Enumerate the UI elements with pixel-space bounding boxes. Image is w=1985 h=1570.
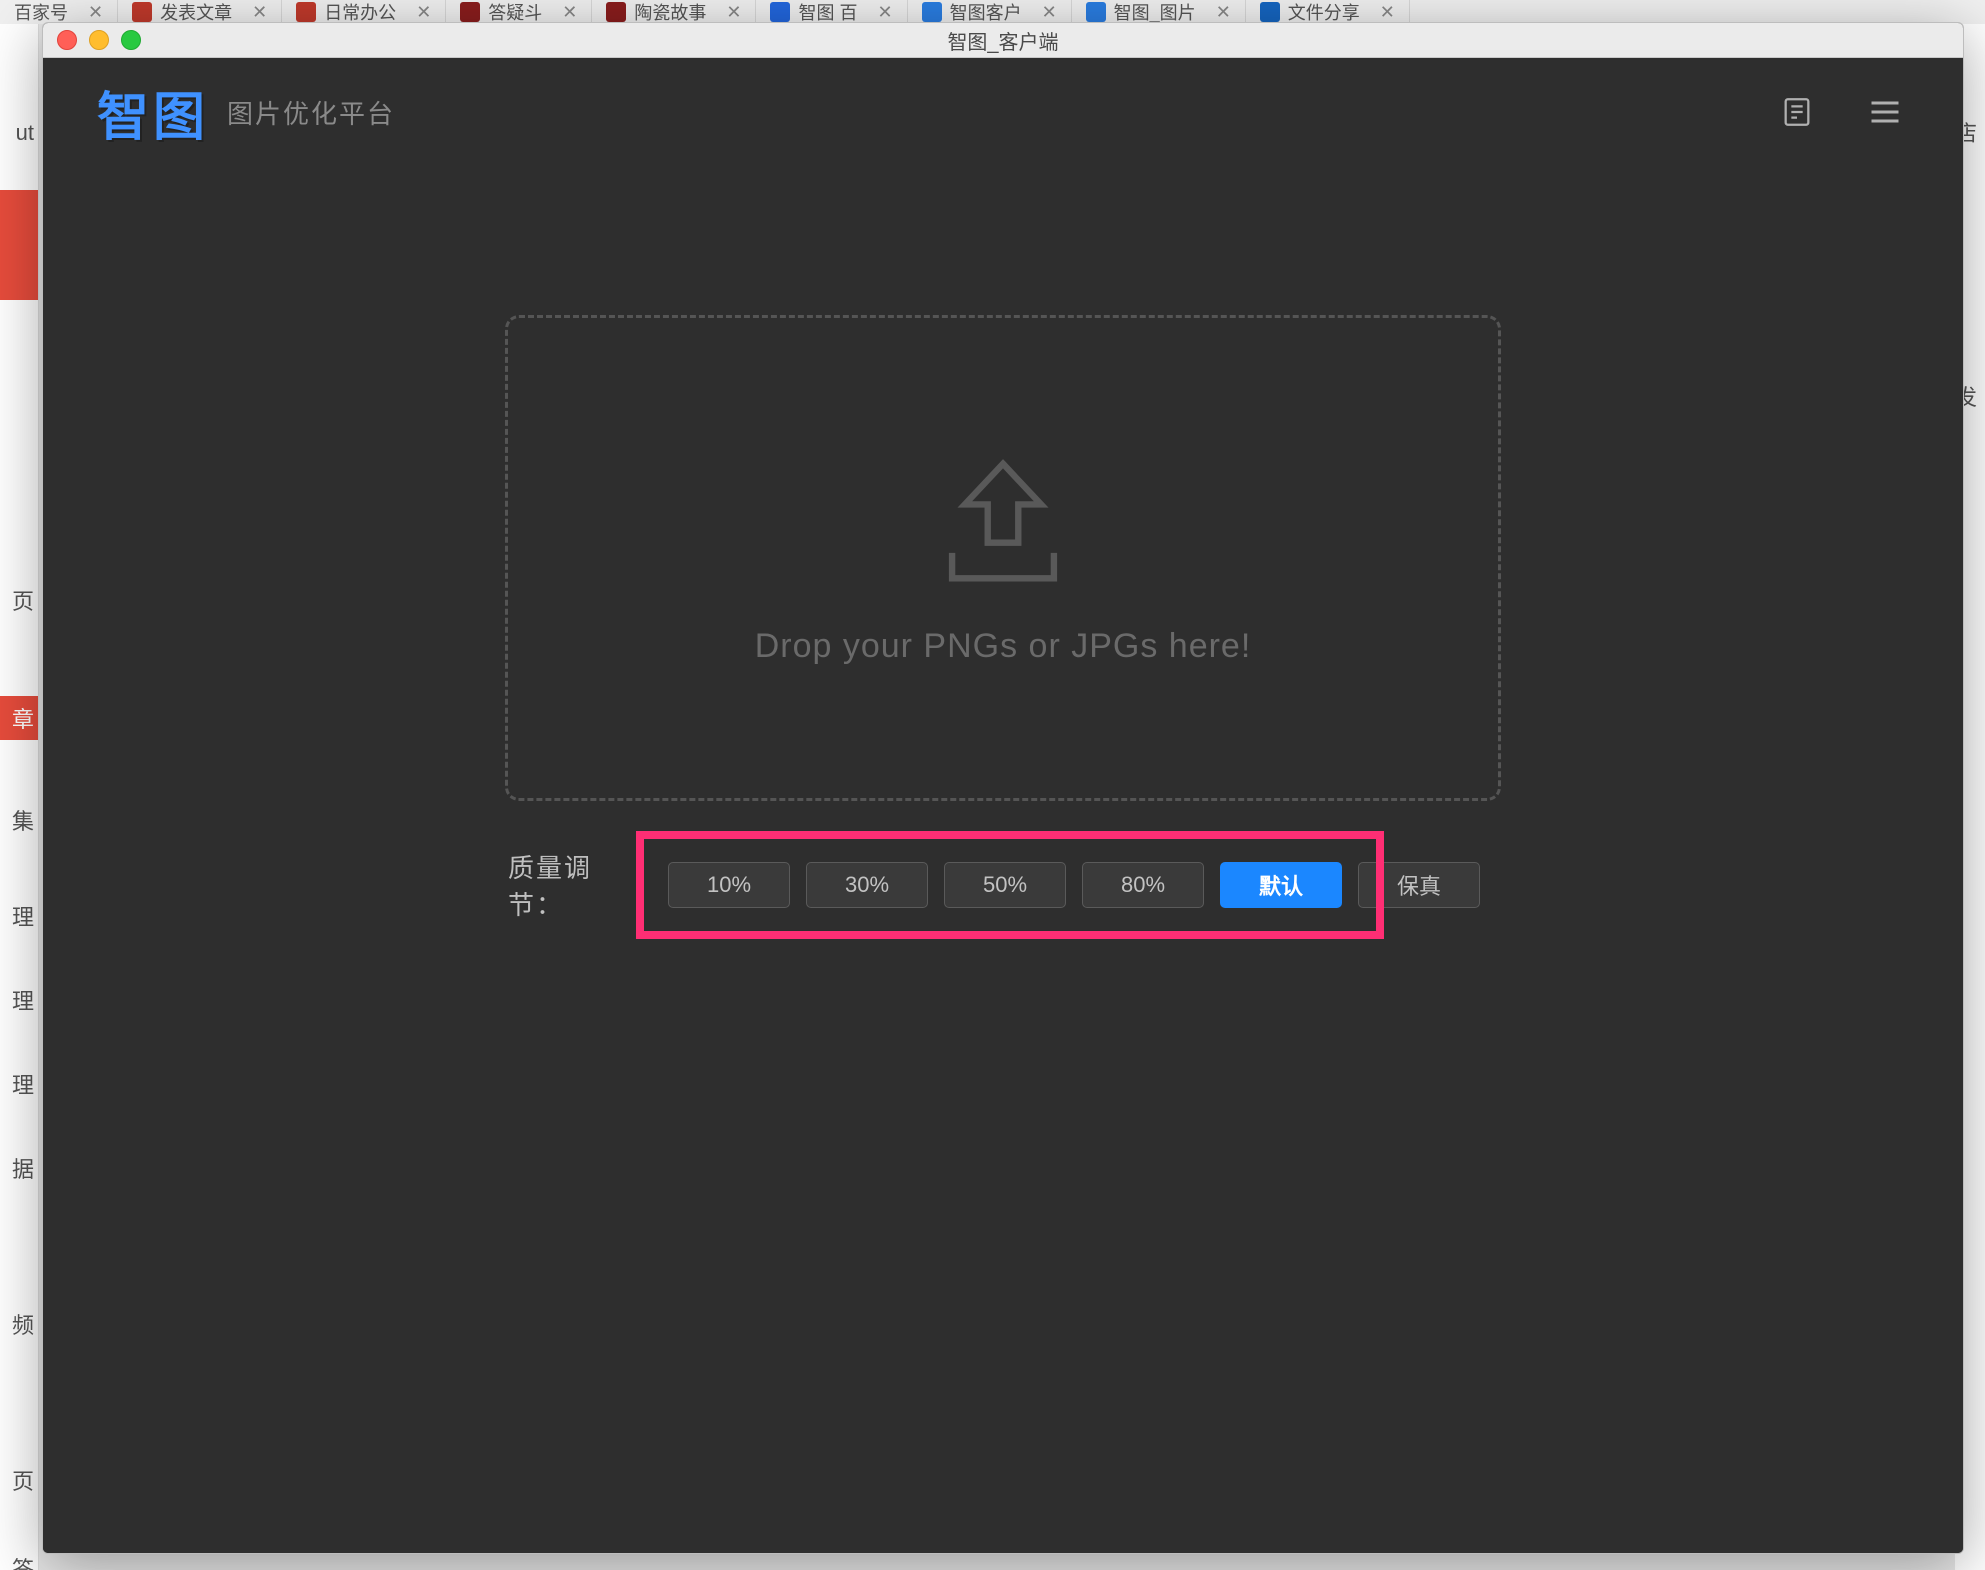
background-left-fragment: 频	[12, 1308, 34, 1340]
tab-label: 发表文章	[160, 0, 232, 24]
tab-close-icon: ✕	[416, 2, 431, 23]
upload-icon	[923, 451, 1083, 591]
quality-option-4[interactable]: 默认	[1220, 862, 1342, 908]
tab-favicon-icon	[770, 2, 790, 22]
tab-label: 文件分享	[1288, 0, 1360, 24]
quality-option-3[interactable]: 80%	[1082, 862, 1204, 908]
background-left-fragment: 据	[12, 1152, 34, 1184]
quality-label: 质量调节：	[508, 848, 630, 922]
dropzone[interactable]: Drop your PNGs or JPGs here!	[505, 315, 1501, 801]
background-tab: 答疑斗 ✕	[446, 0, 592, 24]
tab-label: 智图 百	[798, 0, 857, 24]
window-minimize-button[interactable]	[89, 30, 109, 50]
quality-button-group: 10% 30% 50% 80% 默认保真	[650, 848, 1498, 922]
quality-option-5[interactable]: 保真	[1358, 862, 1480, 908]
tab-label: 日常办公	[324, 0, 396, 24]
background-browser-tabs: 百家号✕发表文章✕日常办公✕答疑斗✕陶瓷故事✕智图 百✕智图客户✕智图_图片✕文…	[0, 0, 1985, 24]
background-tab: 日常办公 ✕	[282, 0, 446, 24]
tab-favicon-icon	[1260, 2, 1280, 22]
tab-close-icon: ✕	[1380, 2, 1395, 23]
background-right-fragment: 草	[1955, 1564, 1977, 1570]
tab-close-icon: ✕	[1042, 2, 1057, 23]
quality-controls: 质量调节： 10% 30% 50% 80% 默认保真	[508, 835, 1498, 935]
tab-favicon-icon	[922, 2, 942, 22]
background-tab: 发表文章 ✕	[118, 0, 282, 24]
quality-option-1[interactable]: 30%	[806, 862, 928, 908]
tab-favicon-icon	[296, 2, 316, 22]
tab-favicon-icon	[1086, 2, 1106, 22]
tab-close-icon: ✕	[562, 2, 577, 23]
background-left-fragment: 答	[12, 1552, 34, 1570]
background-left-red-band	[0, 190, 38, 300]
tab-close-icon: ✕	[88, 2, 103, 23]
note-icon	[1780, 95, 1814, 129]
notes-button[interactable]	[1773, 88, 1821, 136]
tab-favicon-icon	[132, 2, 152, 22]
window-close-button[interactable]	[57, 30, 77, 50]
background-tab: 智图 百 ✕	[756, 0, 907, 24]
app-subtitle: 图片优化平台	[227, 94, 395, 131]
dropzone-text: Drop your PNGs or JPGs here!	[755, 627, 1252, 666]
app-logo: 智图	[97, 75, 209, 150]
tab-label: 百家号	[14, 0, 68, 24]
background-tab: 文件分享 ✕	[1246, 0, 1410, 24]
hamburger-icon	[1867, 94, 1903, 130]
background-left-fragment: 理	[12, 984, 34, 1016]
app-header: 智图 图片优化平台	[43, 58, 1963, 166]
window-titlebar: 智图_客户端	[43, 23, 1963, 58]
background-left-fragment: ut	[16, 120, 34, 146]
tab-label: 答疑斗	[488, 0, 542, 24]
background-left-fragment: 章	[0, 696, 38, 740]
background-tab: 智图客户 ✕	[908, 0, 1072, 24]
window-title: 智图_客户端	[43, 26, 1963, 55]
tab-favicon-icon	[460, 2, 480, 22]
tab-close-icon: ✕	[877, 2, 892, 23]
background-left-fragment: 页	[12, 1464, 34, 1496]
tab-label: 智图_图片	[1114, 0, 1196, 24]
quality-option-0[interactable]: 10%	[668, 862, 790, 908]
background-tab: 百家号 ✕	[0, 0, 118, 24]
window-maximize-button[interactable]	[121, 30, 141, 50]
app-body: Drop your PNGs or JPGs here! 质量调节： 10% 30…	[43, 165, 1963, 1553]
app-window: 智图_客户端 智图 图片优化平台 D	[42, 22, 1964, 1554]
menu-button[interactable]	[1861, 88, 1909, 136]
tab-favicon-icon	[606, 2, 626, 22]
tab-label: 陶瓷故事	[634, 0, 706, 24]
background-tab: 智图_图片 ✕	[1072, 0, 1246, 24]
tab-close-icon: ✕	[726, 2, 741, 23]
tab-close-icon: ✕	[1216, 2, 1231, 23]
background-tab: 陶瓷故事 ✕	[592, 0, 756, 24]
background-left-fragment: 理	[12, 900, 34, 932]
background-left-fragment: 集	[12, 804, 34, 836]
background-left-fragment: 理	[12, 1068, 34, 1100]
background-left-fragment: 页	[12, 584, 34, 616]
quality-option-2[interactable]: 50%	[944, 862, 1066, 908]
tab-close-icon: ✕	[252, 2, 267, 23]
tab-label: 智图客户	[950, 0, 1022, 24]
